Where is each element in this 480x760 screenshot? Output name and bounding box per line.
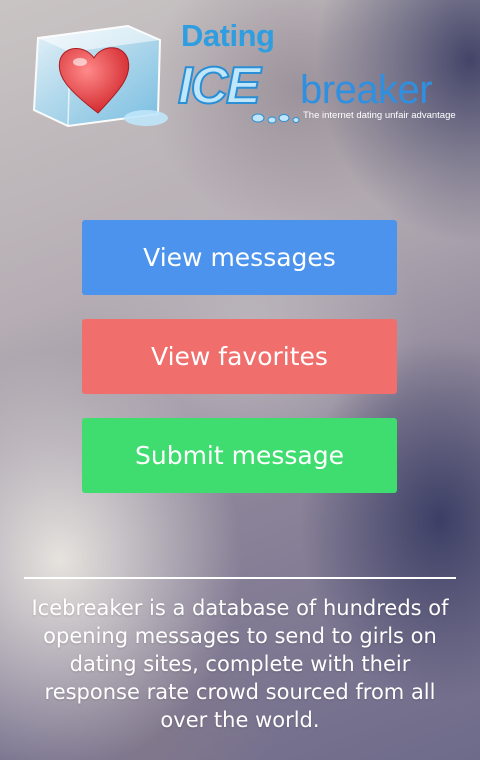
ice-bubbles-icon — [251, 113, 300, 124]
submit-message-label: Submit message — [135, 441, 344, 470]
logo-word-dating: Dating — [181, 18, 275, 53]
view-messages-label: View messages — [143, 243, 336, 272]
view-messages-button[interactable]: View messages — [82, 220, 397, 295]
app-description: Icebreaker is a database of hundreds of … — [31, 596, 449, 732]
view-favorites-button[interactable]: View favorites — [82, 319, 397, 394]
divider — [24, 577, 456, 579]
logo-word-ice: ICE — [177, 56, 262, 116]
app-logo: Dating ICE breaker The internet dating u… — [28, 18, 458, 136]
logo-word-breaker: breaker — [300, 68, 433, 112]
submit-message-button[interactable]: Submit message — [82, 418, 397, 493]
view-favorites-label: View favorites — [151, 342, 328, 371]
logo-tagline: The internet dating unfair advantage — [303, 110, 456, 121]
ice-cube-icon — [32, 24, 168, 128]
